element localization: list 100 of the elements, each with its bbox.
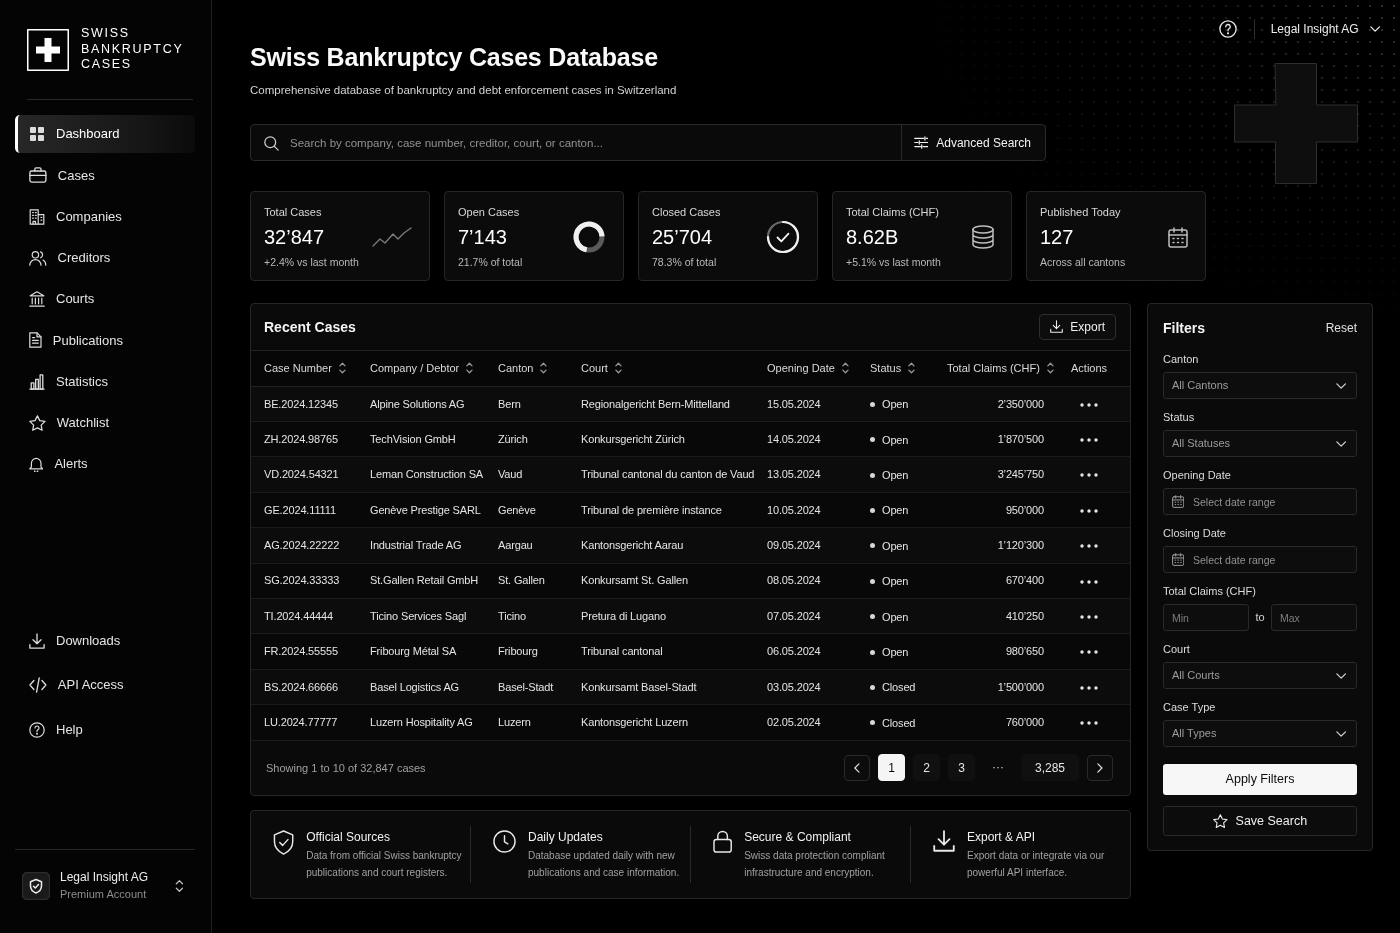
database-icon [972,225,994,249]
column-header[interactable]: Opening Date [759,350,862,387]
column-header[interactable]: Canton [490,350,573,387]
more-icon[interactable] [1080,402,1098,407]
table-cell: 410’250 [939,598,1063,634]
shield-check-icon [273,830,295,855]
sort-icon [841,361,849,374]
nav-item[interactable]: Courts [15,280,195,318]
nav-item[interactable]: Watchlist [15,403,195,442]
more-icon[interactable] [1080,544,1098,549]
nav-item[interactable]: Alerts [15,445,195,483]
dropdown[interactable]: All Cantons [1163,372,1357,399]
table-cell: Alpine Solutions AG [362,386,490,422]
help-icon [29,721,45,738]
table-cell: 3’245’750 [939,456,1063,493]
feature-title: Daily Updates [528,830,604,845]
apply-filters-button[interactable]: Apply Filters [1163,764,1357,795]
nav-item[interactable]: Dashboard [15,115,195,153]
stat-value: 8.62B [846,225,900,250]
logo-text: SWISS BANKRUPTCY CASES [81,26,184,73]
column-header[interactable]: Case Number [251,350,362,387]
trend-line-icon [372,227,412,247]
next-page-button[interactable] [1087,754,1113,781]
lock-icon [713,830,733,853]
landmark-icon [29,291,45,307]
more-icon[interactable] [1080,614,1098,619]
stat-note: 21.7% of total [458,256,523,269]
status-text: Open [882,609,909,625]
chevron-down-icon [1335,730,1346,737]
stat-note: 78.3% of total [652,256,718,269]
page-button[interactable]: 2 [912,754,940,782]
nav-item[interactable]: Downloads [15,620,195,661]
search-icon [264,136,279,151]
more-icon[interactable] [1080,473,1098,478]
stat-value: 32’847 [264,225,326,250]
feature-description: Database updated daily with new publications and case information. [528,849,681,880]
nav-item[interactable]: Companies [15,197,195,236]
reset-link[interactable]: Reset [1325,319,1357,337]
page-button[interactable]: 1 [877,754,905,782]
help-icon[interactable] [1218,20,1237,38]
export-button[interactable]: Export [1039,313,1116,340]
nav-item[interactable]: API Access [15,665,195,705]
chevron-up-down-icon[interactable] [175,878,184,893]
column-header[interactable]: Court [573,350,759,387]
table-cell: Pretura di Lugano [573,598,759,634]
nav-item[interactable]: Cases [15,156,195,195]
more-icon[interactable] [1080,579,1098,584]
input-field[interactable]: Min [1163,604,1249,631]
table-cell: AG.2024.22222 [251,527,362,564]
save-search-button[interactable]: Save Search [1163,806,1357,836]
nav-item[interactable]: Publications [15,321,195,360]
table-cell: Konkursgericht Zürich [573,421,759,457]
table-cell: 06.05.2024 [759,633,862,670]
check-circle-icon [766,220,800,254]
table-cell: Konkursamt Basel-Stadt [573,669,759,705]
nav-item[interactable]: Creditors [15,238,195,277]
search-bar[interactable]: Search by company, case number, creditor, court, or canton... Advanced Search [250,124,1046,161]
table-cell: LU.2024.77777 [251,704,362,740]
date-field[interactable]: Select date range [1163,546,1357,573]
column-header[interactable]: Status [862,350,939,387]
building-icon [29,208,45,225]
nav-item[interactable]: Help [15,709,195,750]
chevron-down-icon [1369,26,1380,32]
page-title: Swiss Bankruptcy Cases Database [250,42,659,73]
table-cell: SG.2024.33333 [251,563,362,599]
page-button[interactable]: 3,285 [1020,754,1079,782]
table-cell: 15.05.2024 [759,386,862,422]
column-header[interactable]: Total Claims (CHF) [939,350,1063,387]
more-icon[interactable] [1080,685,1098,690]
stat-note: +2.4% vs last month [264,256,359,269]
input-field[interactable]: Max [1271,604,1357,631]
dropdown[interactable]: All Types [1163,720,1357,747]
stat-value: 127 [1040,225,1075,250]
dropdown[interactable]: All Courts [1163,662,1357,689]
status-dot-icon [870,543,875,549]
dropdown[interactable]: All Statuses [1163,430,1357,457]
column-header[interactable]: Company / Debtor [362,350,490,387]
date-field[interactable]: Select date range [1163,488,1357,515]
advanced-search-button[interactable]: Advanced Search [900,125,1045,160]
page-button[interactable]: 3 [947,754,975,782]
account-menu-button[interactable]: Legal Insight AG [1270,20,1380,38]
previous-page-button[interactable] [843,754,870,781]
table-cell: ZH.2024.98765 [251,421,362,457]
status-text: Open [882,503,909,519]
more-icon[interactable] [1080,721,1098,726]
table-cell: Kantonsgericht Aarau [573,527,759,564]
clock-icon [493,830,516,853]
status-dot-icon [870,472,875,478]
table-cell: Fribourg Métal SA [362,633,490,670]
table-cell: TechVision GmbH [362,421,490,457]
more-icon[interactable] [1080,508,1098,513]
table-cell: TI.2024.44444 [251,598,362,634]
more-icon[interactable] [1080,650,1098,655]
star-icon [29,414,46,431]
chevron-down-icon [1335,382,1346,389]
status-dot-icon [870,401,875,407]
table-cell: Genève [490,492,573,528]
more-icon[interactable] [1080,438,1098,442]
search-field[interactable]: Search by company, case number, creditor, court, or canton... [251,125,901,160]
nav-item[interactable]: Statistics [15,362,195,401]
